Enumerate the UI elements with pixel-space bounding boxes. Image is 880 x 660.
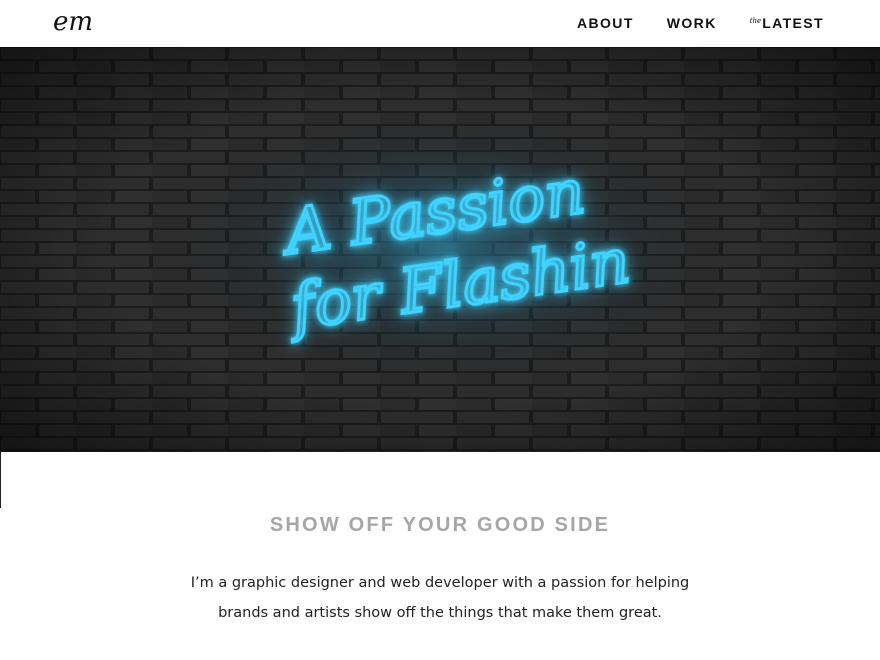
nav-about[interactable]: ABOUT <box>577 15 634 31</box>
hero-banner: A Passion for Flashin <box>0 47 880 452</box>
site-header: em ABOUT WORK theLATEST <box>0 0 880 47</box>
home-logo-link[interactable]: em <box>44 6 102 38</box>
nav-latest-prefix: the <box>749 17 762 25</box>
nav-latest[interactable]: theLATEST <box>750 15 824 31</box>
hero-edge-line <box>0 452 1 508</box>
em-script-logo-icon: em <box>53 7 93 37</box>
nav-latest-label: LATEST <box>762 15 824 31</box>
logo-text: em <box>53 7 93 37</box>
neon-brick-wall-image: A Passion for Flashin <box>0 47 880 452</box>
intro-paragraph: I’m a graphic designer and web developer… <box>190 575 690 621</box>
nav-work[interactable]: WORK <box>667 15 717 31</box>
page-headline: SHOW OFF YOUR GOOD SIDE <box>269 514 611 536</box>
main-nav: ABOUT WORK theLATEST <box>577 15 824 31</box>
